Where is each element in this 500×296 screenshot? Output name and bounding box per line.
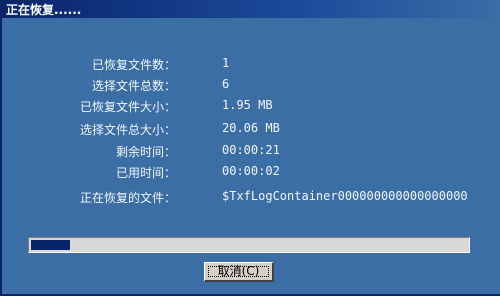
stat-label: 剩余时间：: [115, 145, 176, 159]
recovery-dialog: 正在恢复...... 已恢复文件数： 1 选择文件总数： 6 已恢复文件大小： …: [0, 0, 500, 296]
window-title: 正在恢复......: [6, 3, 82, 17]
stat-label: 选择文件总数：: [91, 79, 176, 93]
stat-label: 已恢复文件数：: [91, 58, 176, 72]
stat-label: 已用时间：: [115, 166, 176, 180]
stat-value: 00:00:02: [222, 164, 280, 178]
stat-value: 6: [222, 77, 230, 91]
stat-value: 20.06 MB: [222, 121, 280, 135]
recovery-progress-bar: [28, 237, 470, 253]
focus-ring: [208, 266, 269, 277]
current-file-name: $TxfLogContainer000000000000000000: [222, 189, 468, 203]
stat-value: 1: [222, 56, 230, 70]
cancel-button[interactable]: 取消(C): [204, 262, 274, 282]
stat-value: 1.95 MB: [222, 98, 273, 112]
stat-value: 00:00:21: [222, 143, 280, 157]
stat-label: 已恢复文件大小：: [79, 100, 176, 114]
dialog-content: 已恢复文件数： 1 选择文件总数： 6 已恢复文件大小： 1.95 MB 选择文…: [4, 18, 500, 294]
progress-fill: [31, 240, 70, 250]
title-bar[interactable]: 正在恢复......: [2, 0, 500, 18]
stat-label: 正在恢复的文件：: [79, 191, 176, 205]
stat-label: 选择文件总大小：: [79, 123, 176, 137]
